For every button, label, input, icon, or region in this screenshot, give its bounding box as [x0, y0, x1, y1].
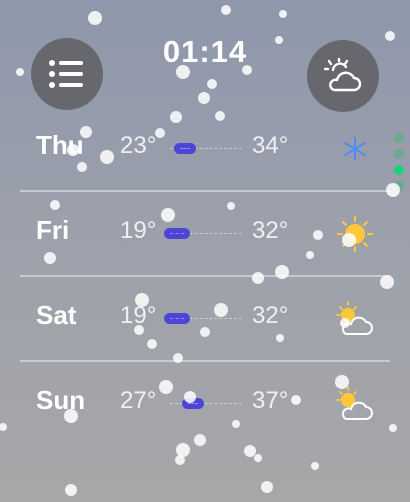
partly-cloudy-icon: [336, 301, 373, 335]
page-dot[interactable]: [394, 133, 404, 143]
forecast-row-sat[interactable]: Sat 19° 32°: [0, 290, 410, 350]
snowflake: [380, 275, 394, 289]
snowflake: [65, 484, 77, 496]
partly-cloudy-icon: [336, 386, 373, 420]
day-label: Sat: [36, 300, 77, 330]
page-indicator[interactable]: [394, 133, 406, 197]
snowflake-icon: [344, 137, 366, 161]
snowflake: [244, 445, 256, 457]
high-temp: 32°: [252, 302, 289, 329]
row-divider: [20, 190, 390, 192]
low-temp: 23°: [120, 132, 157, 159]
forecast-row-thu[interactable]: Thu 23° 34°: [0, 120, 410, 180]
snowflake: [88, 11, 102, 25]
cloud-sun-icon: [323, 58, 362, 92]
snowflake: [311, 462, 319, 470]
snowflake: [261, 481, 273, 493]
page-dot[interactable]: [394, 149, 404, 159]
page-dot[interactable]: [394, 181, 404, 191]
snowflake: [207, 79, 217, 89]
temp-range-track: [170, 403, 242, 404]
high-temp: 37°: [252, 387, 289, 414]
snowflake: [175, 455, 185, 465]
forecast-row-sun[interactable]: Sun 27° 37°: [0, 375, 410, 435]
day-label: Thu: [36, 130, 84, 160]
forecast-row-fri[interactable]: Fri 19° 32°: [0, 205, 410, 265]
snowflake: [194, 434, 206, 446]
day-label: Fri: [36, 215, 70, 245]
row-divider: [20, 360, 390, 362]
row-divider: [20, 275, 390, 277]
snowflake: [252, 272, 264, 284]
snowflake: [221, 5, 231, 15]
weather-button[interactable]: [307, 40, 379, 112]
snowflake: [279, 10, 287, 18]
day-label: Sun: [36, 385, 86, 415]
snowflake: [176, 443, 190, 457]
temp-range-bar: [174, 143, 196, 154]
snowflake: [198, 92, 210, 104]
temp-range-bar: [182, 398, 204, 409]
page-dot-active[interactable]: [394, 165, 404, 175]
sun-icon: [337, 216, 373, 252]
high-temp: 34°: [252, 132, 289, 159]
low-temp: 19°: [120, 217, 157, 244]
low-temp: 19°: [120, 302, 157, 329]
high-temp: 32°: [252, 217, 289, 244]
temp-range-bar: [164, 228, 190, 239]
temp-range-bar: [164, 313, 190, 324]
low-temp: 27°: [120, 387, 157, 414]
snowflake: [254, 454, 262, 462]
